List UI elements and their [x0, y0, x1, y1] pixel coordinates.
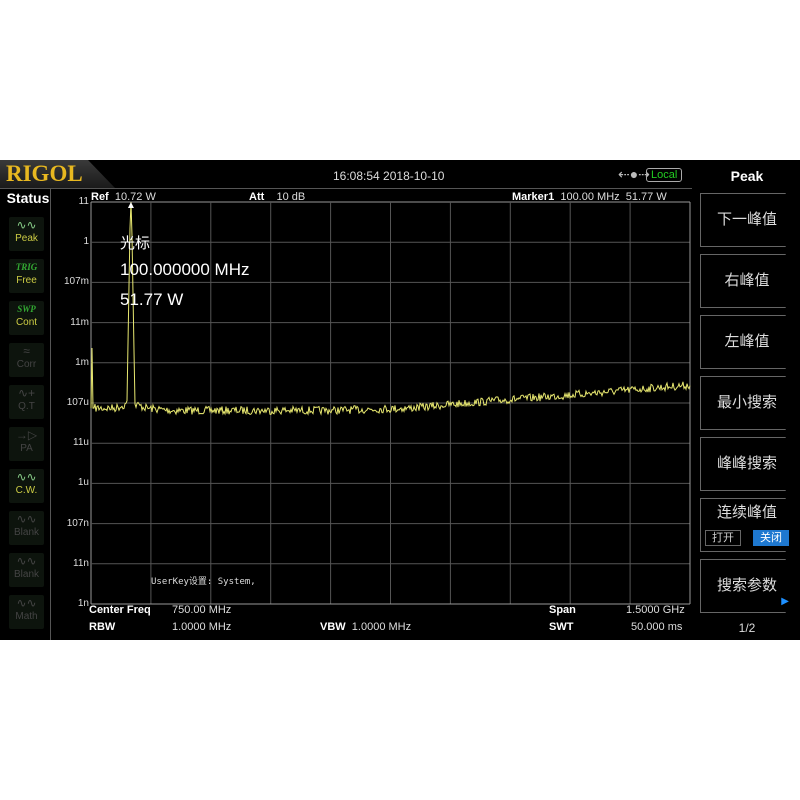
search-params-button[interactable]: 搜索参数 ▶ — [700, 559, 793, 613]
spectrum-plot — [90, 201, 691, 605]
swt-label: SWT — [549, 621, 574, 633]
vbw-value: 1.0000 MHz — [351, 621, 412, 633]
rbw-label: RBW — [89, 621, 116, 633]
peak-right-button[interactable]: 右峰值 — [700, 254, 793, 308]
continuous-peak-label: 连续峰值 — [716, 504, 777, 521]
spectrum-analyzer-screen: RIGOL 16:08:54 2018-10-10 ⇠●⇢ Local Stat… — [0, 160, 800, 640]
swt-value: 50.000 ms — [631, 621, 683, 633]
next-peak-button[interactable]: 下一峰值 — [700, 193, 793, 247]
search-params-label: 搜索参数 — [716, 577, 777, 594]
continuous-peak-on[interactable]: 打开 — [705, 530, 741, 546]
span-value: 1.5000 GHz — [626, 604, 685, 616]
marker-readout-level: 51.77 W — [120, 290, 184, 309]
marker-readout-title: 光标 — [120, 235, 151, 252]
center-freq-value: 750.00 MHz — [172, 604, 232, 616]
menu-page-indicator: 1/2 — [738, 621, 756, 635]
center-freq-label: Center Freq — [89, 604, 151, 616]
peak-peak-search-button[interactable]: 峰峰搜索 — [700, 437, 793, 491]
peak-menu: Peak 下一峰值 右峰值 左峰值 最小搜索 峰峰搜索 连续峰值 打开 关闭 搜… — [697, 160, 800, 640]
peak-left-button[interactable]: 左峰值 — [700, 315, 793, 369]
continuous-peak-off[interactable]: 关闭 — [753, 530, 789, 546]
span-label: Span — [549, 604, 576, 616]
vbw-label: VBW — [320, 621, 346, 633]
marker-1-indicator[interactable] — [127, 202, 134, 208]
userkey-message: UserKey设置: System, — [151, 577, 256, 587]
menu-title: Peak — [730, 168, 764, 184]
min-search-button[interactable]: 最小搜索 — [700, 376, 793, 430]
rbw-value: 1.0000 MHz — [172, 621, 232, 633]
marker-readout-freq: 100.000000 MHz — [120, 260, 250, 279]
